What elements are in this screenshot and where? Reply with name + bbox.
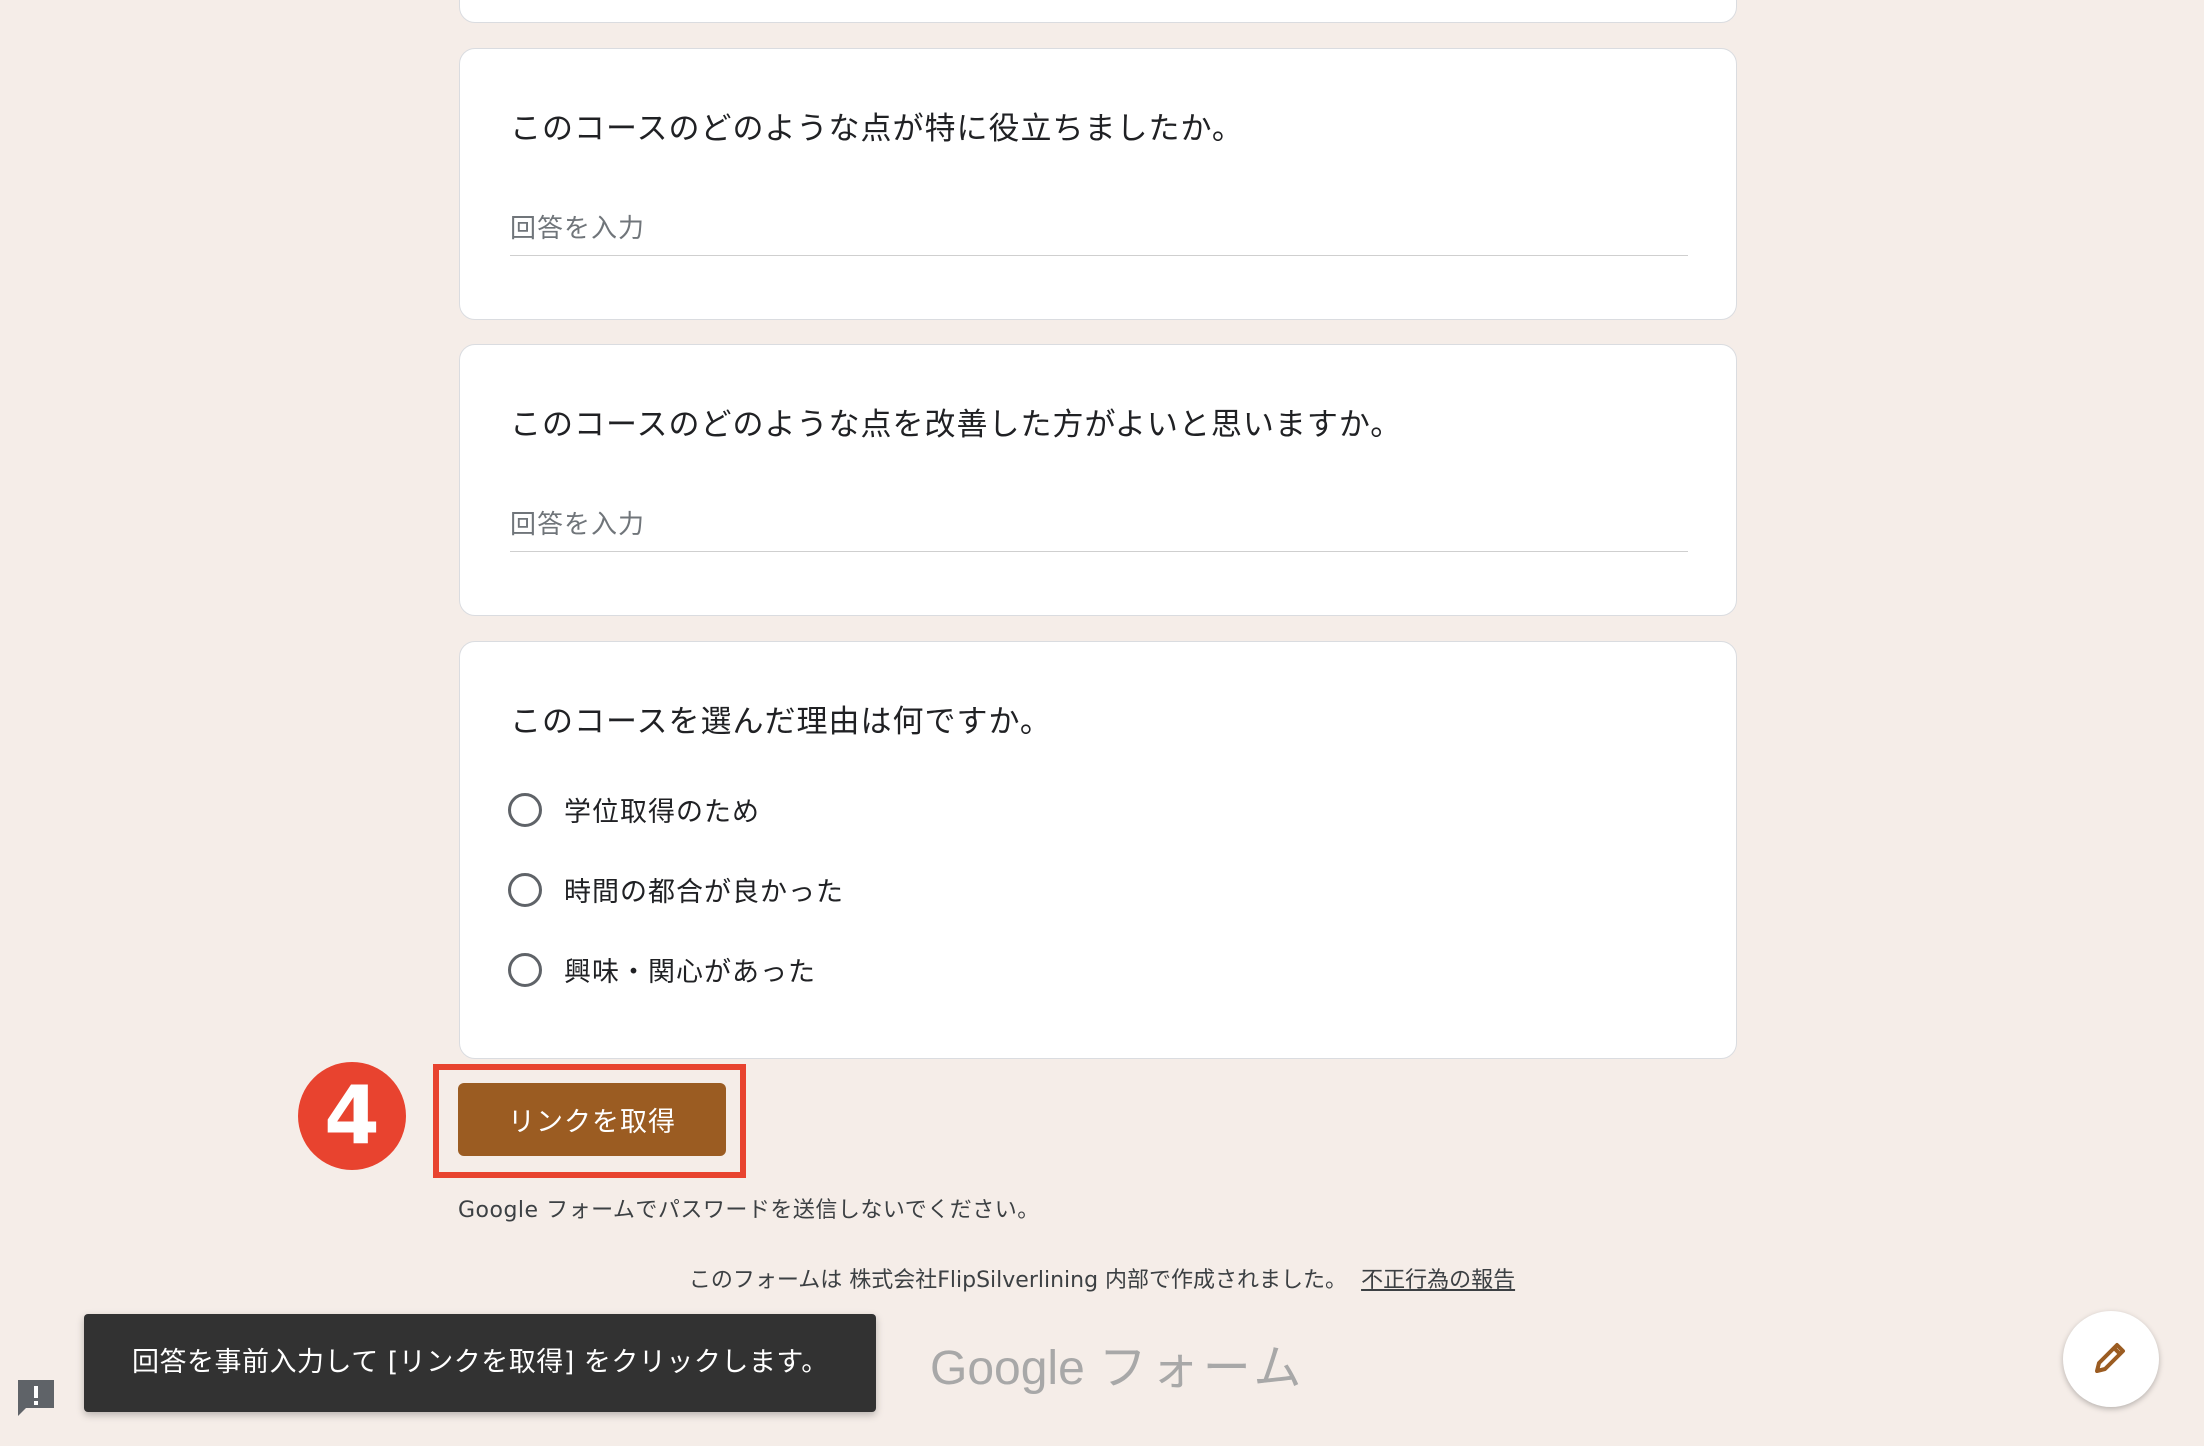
step-number-badge: 4 <box>298 1062 406 1170</box>
brand-forms: フォーム <box>1098 1340 1306 1396</box>
question-card-reason: このコースを選んだ理由は何ですか。 学位取得のため 時間の都合が良かった 興味・… <box>459 641 1737 1059</box>
question-title: このコースのどのような点を改善した方がよいと思いますか。 <box>510 407 1403 443</box>
radio-option-label: 興味・関心があった <box>564 957 816 988</box>
previous-question-card <box>459 0 1737 23</box>
feedback-icon[interactable] <box>14 1376 58 1420</box>
answer-input[interactable] <box>510 209 1688 249</box>
password-warning: Google フォームでパスワードを送信しないでください。 <box>458 1198 1040 1223</box>
radio-option[interactable]: 興味・関心があった <box>508 950 816 989</box>
radio-option[interactable]: 学位取得のため <box>508 790 760 829</box>
question-card-helpful: このコースのどのような点が特に役立ちましたか。 <box>459 48 1737 320</box>
radio-button[interactable] <box>508 872 542 907</box>
report-abuse-link[interactable]: 不正行為の報告 <box>1361 1268 1515 1293</box>
radio-option-label: 時間の都合が良かった <box>564 877 844 908</box>
question-title: このコースを選んだ理由は何ですか。 <box>510 704 1052 740</box>
radio-option[interactable]: 時間の都合が良かった <box>508 870 844 909</box>
edit-button[interactable] <box>2063 1311 2159 1407</box>
radio-option-label: 学位取得のため <box>564 797 760 828</box>
get-link-button[interactable]: リンクを取得 <box>458 1083 726 1156</box>
snackbar: 回答を事前入力して [リンクを取得] をクリックします。 <box>84 1314 876 1412</box>
pencil-icon <box>2091 1337 2131 1381</box>
radio-button[interactable] <box>508 792 542 827</box>
answer-input[interactable] <box>510 505 1688 545</box>
answer-field-wrapper <box>510 209 1688 256</box>
answer-field-wrapper <box>510 505 1688 552</box>
question-title: このコースのどのような点が特に役立ちましたか。 <box>510 111 1244 147</box>
brand-google: Google <box>930 1342 1085 1395</box>
google-forms-logo: Google フォーム <box>930 1328 1305 1398</box>
footer-note-text: このフォームは 株式会社FlipSilverlining 内部で作成されました。 <box>688 1268 1348 1293</box>
form-page: このコースのどのような点が特に役立ちましたか。 このコースのどのような点を改善し… <box>0 0 2204 1446</box>
question-card-improve: このコースのどのような点を改善した方がよいと思いますか。 <box>459 344 1737 616</box>
radio-button[interactable] <box>508 952 542 987</box>
footer-note: このフォームは 株式会社FlipSilverlining 内部で作成されました。… <box>0 1262 2204 1294</box>
